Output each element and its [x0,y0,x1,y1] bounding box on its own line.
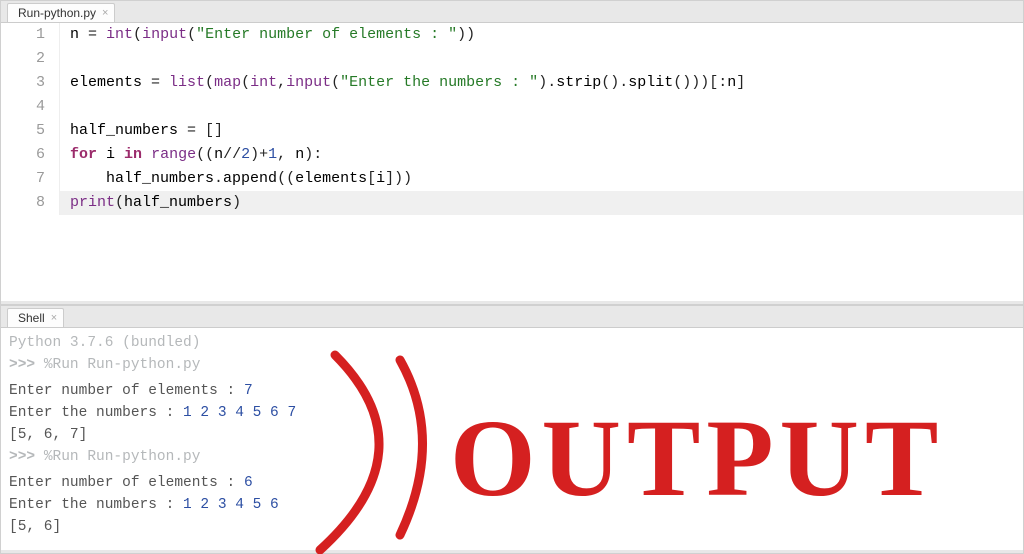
line-number: 4 [1,95,59,119]
shell-header: Python 3.7.6 (bundled) [9,332,1015,354]
code-content [59,95,1023,119]
code-content: for i in range((n//2)+1, n): [59,143,1023,167]
code-content: half_numbers.append((elements[i])) [59,167,1023,191]
shell-command: %Run Run-python.py [44,357,201,373]
code-content: elements = list(map(int,input("Enter the… [59,71,1023,95]
shell-line: Enter the numbers : 1 2 3 4 5 6 [9,494,1015,516]
line-number: 8 [1,191,59,215]
shell-line: [5, 6] [9,516,1015,538]
code-content: half_numbers = [] [59,119,1023,143]
code-line: 6for i in range((n//2)+1, n): [1,143,1023,167]
code-line: 1n = int(input("Enter number of elements… [1,23,1023,47]
code-content [59,47,1023,71]
shell-panel: Shell × Python 3.7.6 (bundled)>>> %Run R… [0,305,1024,554]
shell-line: Enter number of elements : 6 [9,472,1015,494]
line-number: 2 [1,47,59,71]
code-line: 4 [1,95,1023,119]
editor-tabbar: Run-python.py × [1,1,1023,22]
code-line: 7 half_numbers.append((elements[i])) [1,167,1023,191]
editor-panel: Run-python.py × 1n = int(input("Enter nu… [0,0,1024,305]
shell-prompt: >>> [9,357,44,373]
editor-tab[interactable]: Run-python.py × [7,3,115,22]
line-number: 7 [1,167,59,191]
code-line: 2 [1,47,1023,71]
code-line: 8print(half_numbers) [1,191,1023,215]
editor-tab-label: Run-python.py [18,6,96,20]
line-number: 6 [1,143,59,167]
shell-block: >>> %Run Run-python.py [9,446,1015,468]
shell-line: Enter number of elements : 7 [9,380,1015,402]
code-line: 5half_numbers = [] [1,119,1023,143]
shell-output[interactable]: Python 3.7.6 (bundled)>>> %Run Run-pytho… [1,327,1023,550]
code-editor[interactable]: 1n = int(input("Enter number of elements… [1,22,1023,301]
shell-line: [5, 6, 7] [9,424,1015,446]
shell-block: >>> %Run Run-python.py [9,354,1015,376]
shell-tabbar: Shell × [1,306,1023,327]
shell-tab[interactable]: Shell × [7,308,64,327]
code-content: print(half_numbers) [59,191,1023,215]
code-line: 3elements = list(map(int,input("Enter th… [1,71,1023,95]
close-icon[interactable]: × [51,312,57,324]
close-icon[interactable]: × [102,7,108,19]
shell-line: Enter the numbers : 1 2 3 4 5 6 7 [9,402,1015,424]
shell-tab-label: Shell [18,311,45,325]
code-content: n = int(input("Enter number of elements … [59,23,1023,47]
line-number: 3 [1,71,59,95]
shell-prompt: >>> [9,449,44,465]
line-number: 5 [1,119,59,143]
shell-command: %Run Run-python.py [44,449,201,465]
line-number: 1 [1,23,59,47]
